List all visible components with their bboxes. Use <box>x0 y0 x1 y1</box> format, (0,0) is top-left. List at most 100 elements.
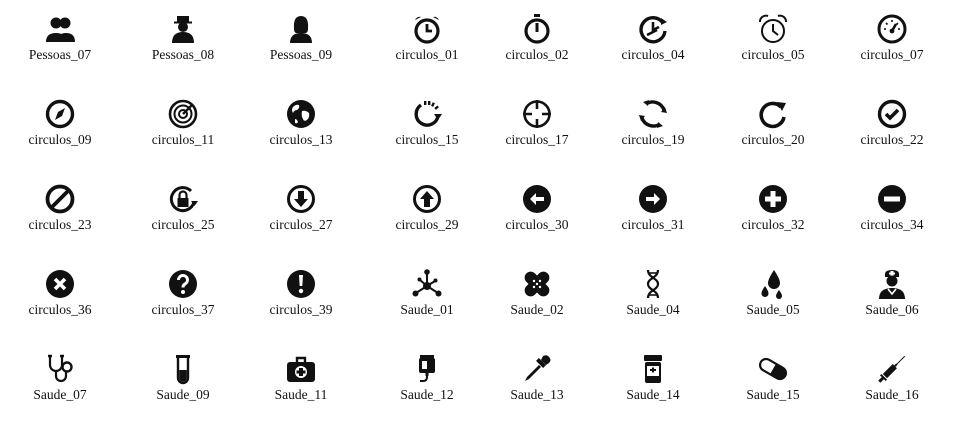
minus-circle-icon <box>878 185 906 213</box>
icon-label: circulos_31 <box>621 217 685 232</box>
icon-tile: Saude_01 <box>367 268 487 328</box>
icon-label: circulos_37 <box>151 302 215 317</box>
icon-tile: circulos_04 <box>593 13 713 73</box>
icon-tile: circulos_07 <box>832 13 952 73</box>
medical-kit-icon <box>287 356 315 382</box>
icon-label: Saude_16 <box>865 387 919 402</box>
dropper-icon <box>525 355 551 381</box>
icon-label: circulos_34 <box>860 217 924 232</box>
icon-label: Saude_09 <box>156 387 210 402</box>
loading-arrow-icon <box>414 101 442 127</box>
stethoscope-icon <box>48 354 73 383</box>
icon-label: Pessoas_09 <box>269 47 333 62</box>
icon-tile: Saude_09 <box>123 353 243 413</box>
icon-tile: Saude_16 <box>832 353 952 413</box>
icon-tile: Pessoas_07 <box>0 13 120 73</box>
icon-label: circulos_11 <box>151 132 215 147</box>
test-tube-icon <box>176 355 190 385</box>
icon-label: Saude_06 <box>865 302 919 317</box>
icon-tile: circulos_25 <box>123 183 243 243</box>
icon-tile: Saude_07 <box>0 353 120 413</box>
compass-icon <box>45 99 75 129</box>
icon-tile: Saude_13 <box>477 353 597 413</box>
plus-circle-icon <box>759 185 787 213</box>
icon-tile: circulos_19 <box>593 98 713 158</box>
stopwatch-icon <box>524 14 550 44</box>
arrow-left-circle-icon <box>523 185 551 213</box>
nurse-icon <box>879 270 905 299</box>
icon-label: Saude_07 <box>33 387 87 402</box>
icon-tile: Saude_06 <box>832 268 952 328</box>
icon-tile: circulos_17 <box>477 98 597 158</box>
person-hat-icon <box>172 16 194 43</box>
icon-tile: Pessoas_08 <box>123 13 243 73</box>
icon-label: Pessoas_07 <box>28 47 92 62</box>
icon-label: circulos_32 <box>741 217 805 232</box>
icon-tile: circulos_23 <box>0 183 120 243</box>
icon-tile: circulos_34 <box>832 183 952 243</box>
alarm-clock-icon <box>414 16 440 44</box>
icon-grid: Pessoas_07 Pessoas_08 Pessoas_09 circulos_0… <box>0 0 957 422</box>
crosshair-icon <box>523 100 551 128</box>
drops-icon <box>761 270 782 299</box>
icon-label: circulos_19 <box>621 132 685 147</box>
icon-tile: circulos_27 <box>241 183 361 243</box>
icon-tile: Saude_05 <box>713 268 833 328</box>
icon-label: Saude_04 <box>626 302 680 317</box>
capsule-icon <box>758 357 788 381</box>
exclamation-circle-icon <box>287 270 315 298</box>
icon-tile: Saude_12 <box>367 353 487 413</box>
icon-label: circulos_25 <box>151 217 215 232</box>
globe-icon <box>287 100 315 128</box>
radar-icon <box>168 99 198 129</box>
icon-tile: Saude_14 <box>593 353 713 413</box>
icon-tile: circulos_20 <box>713 98 833 158</box>
icon-tile: Saude_11 <box>241 353 361 413</box>
arrow-right-circle-icon <box>639 185 667 213</box>
gauge-icon <box>877 14 907 44</box>
icon-tile: circulos_36 <box>0 268 120 328</box>
icon-label: Saude_01 <box>400 302 454 317</box>
icon-label: Saude_02 <box>510 302 564 317</box>
check-circle-icon <box>877 99 907 129</box>
close-circle-icon <box>46 270 74 298</box>
icon-label: circulos_17 <box>505 132 569 147</box>
iv-bag-icon <box>419 355 435 382</box>
syringe-icon <box>878 355 906 383</box>
icon-tile: circulos_31 <box>593 183 713 243</box>
arrow-up-circle-icon <box>413 185 441 213</box>
person-woman-icon <box>290 16 312 43</box>
dna-icon <box>646 269 660 299</box>
icon-tile: circulos_29 <box>367 183 487 243</box>
icon-label: Saude_13 <box>510 387 564 402</box>
icon-tile: Saude_15 <box>713 353 833 413</box>
bandage-icon <box>524 271 550 297</box>
icon-label: Pessoas_08 <box>151 47 215 62</box>
icon-label: Saude_05 <box>746 302 800 317</box>
icon-label: circulos_36 <box>28 302 92 317</box>
clock-arrow-icon <box>639 16 667 44</box>
icon-tile: Saude_02 <box>477 268 597 328</box>
icon-tile: circulos_11 <box>123 98 243 158</box>
alarm-clock-outline-icon <box>759 14 787 43</box>
icon-label: circulos_23 <box>28 217 92 232</box>
icon-tile: circulos_22 <box>832 98 952 158</box>
people-group-icon <box>46 17 75 42</box>
question-circle-icon <box>169 270 197 298</box>
rotate-arrow-icon <box>759 101 786 129</box>
icon-label: circulos_02 <box>505 47 569 62</box>
icon-tile: circulos_32 <box>713 183 833 243</box>
icon-tile: circulos_01 <box>367 13 487 73</box>
icon-label: circulos_04 <box>621 47 685 62</box>
icon-label: circulos_15 <box>395 132 459 147</box>
refresh-cycle-icon <box>639 100 667 128</box>
lock-rotate-icon <box>169 186 198 213</box>
icon-label: circulos_22 <box>860 132 924 147</box>
icon-label: circulos_13 <box>269 132 333 147</box>
icon-label: circulos_30 <box>505 217 569 232</box>
icon-tile: circulos_13 <box>241 98 361 158</box>
icon-label: Saude_15 <box>746 387 800 402</box>
icon-label: circulos_29 <box>395 217 459 232</box>
icon-tile: circulos_05 <box>713 13 833 73</box>
icon-tile: circulos_09 <box>0 98 120 158</box>
